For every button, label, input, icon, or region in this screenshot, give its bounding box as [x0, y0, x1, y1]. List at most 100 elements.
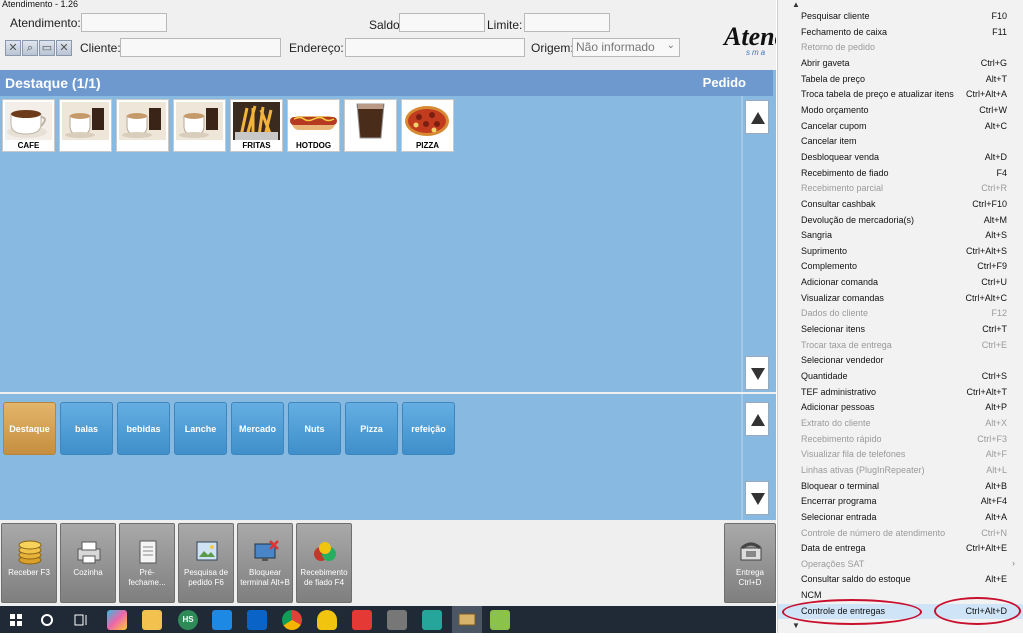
atendimento-label: Atendimento: [10, 16, 81, 30]
bloquear-terminal-button[interactable]: Bloquear terminal Alt+B [237, 523, 293, 603]
search-circle-icon[interactable] [37, 610, 57, 630]
clear-client-icon[interactable]: ✕ [5, 40, 21, 56]
menu-item-troca-tabela-de-preco-e-atualizar-itens[interactable]: Troca tabela de preço e atualizar itens C… [778, 87, 1023, 102]
menu-item-quantidade[interactable]: Quantidade Ctrl+S [778, 369, 1023, 384]
products-scroll-down-button[interactable] [745, 356, 769, 390]
menu-scroll-up-icon[interactable]: ▲ [792, 0, 800, 9]
menu-item-selecionar-entrada[interactable]: Selecionar entrada Alt+A [778, 510, 1023, 525]
chrome-icon[interactable] [282, 610, 302, 630]
products-scroll-up-button[interactable] [745, 100, 769, 134]
menu-item-shortcut: Ctrl+W [979, 104, 1007, 115]
window-title: Atendimento - 1.26 [2, 0, 79, 9]
recebimento-fiado-button[interactable]: Recebimento de fiado F4 [296, 523, 352, 603]
menu-item-cancelar-item[interactable]: Cancelar item [778, 134, 1023, 149]
outlook-icon[interactable] [247, 610, 267, 630]
category-lanche[interactable]: Lanche [174, 402, 227, 455]
search-client-icon[interactable]: ⌕ [22, 40, 38, 56]
endereco-input[interactable] [345, 38, 525, 57]
remove-client-icon[interactable]: ✕ [56, 40, 72, 56]
menu-item-extrato-do-cliente[interactable]: Extrato do cliente Alt+X [778, 416, 1023, 431]
menu-item-operacoes-sat[interactable]: Operações SAT › [778, 557, 1023, 572]
product-item[interactable] [116, 99, 169, 152]
helmet-app-icon[interactable] [317, 610, 337, 630]
menu-item-fechamento-de-caixa[interactable]: Fechamento de caixa F11 [778, 25, 1023, 40]
windows-start-icon[interactable] [6, 610, 26, 630]
product-item[interactable]: CAFE [2, 99, 55, 152]
product-item[interactable]: PIZZA [401, 99, 454, 152]
menu-item-linhas-ativas-pluginrepeater[interactable]: Linhas ativas (PlugInRepeater) Alt+L [778, 463, 1023, 478]
menu-item-devolucao-de-mercadoria-s[interactable]: Devolução de mercadoria(s) Alt+M [778, 213, 1023, 228]
menu-item-complemento[interactable]: Complemento Ctrl+F9 [778, 259, 1023, 274]
menu-item-shortcut: Ctrl+F10 [972, 198, 1007, 209]
pre-fechamento-label: Pré-fechame... [128, 568, 166, 587]
category-nuts[interactable]: Nuts [288, 402, 341, 455]
pesquisa-pedido-button[interactable]: Pesquisa de pedido F6 [178, 523, 234, 603]
menu-item-shortcut: F10 [991, 11, 1007, 21]
menu-item-consultar-cashbak[interactable]: Consultar cashbak Ctrl+F10 [778, 197, 1023, 212]
atena-app-icon[interactable] [452, 606, 482, 633]
menu-scroll-down-icon[interactable]: ▼ [792, 621, 800, 630]
product-item[interactable] [59, 99, 112, 152]
category-pizza[interactable]: Pizza [345, 402, 398, 455]
pre-fechamento-button[interactable]: Pré-fechame... [119, 523, 175, 603]
copilot-icon[interactable] [107, 610, 127, 630]
categories-scroll-down-button[interactable] [745, 481, 769, 515]
cappuccino-icon [62, 102, 109, 140]
entrega-button[interactable]: Entrega Ctrl+D [724, 523, 776, 603]
menu-item-cancelar-cupom[interactable]: Cancelar cupom Alt+C [778, 119, 1023, 134]
limite-input[interactable] [524, 13, 610, 32]
vs-app-icon[interactable] [422, 610, 442, 630]
menu-item-recebimento-rapido[interactable]: Recebimento rápido Ctrl+F3 [778, 432, 1023, 447]
menu-item-sangria[interactable]: Sangria Alt+S [778, 228, 1023, 243]
menu-item-controle-de-numero-de-atendimento[interactable]: Controle de número de atendimento Ctrl+N [778, 526, 1023, 541]
menu-item-suprimento[interactable]: Suprimento Ctrl+Alt+S [778, 244, 1023, 259]
menu-item-bloquear-o-terminal[interactable]: Bloquear o terminal Alt+B [778, 479, 1023, 494]
category-balas[interactable]: balas [60, 402, 113, 455]
menu-item-dados-do-cliente[interactable]: Dados do cliente F12 [778, 306, 1023, 321]
menu-item-data-de-entrega[interactable]: Data de entrega Ctrl+Alt+E [778, 541, 1023, 556]
menu-item-retorno-de-pedido[interactable]: Retorno de pedido [778, 40, 1023, 55]
atendimento-input[interactable] [81, 13, 167, 32]
menu-item-consultar-saldo-do-estoque[interactable]: Consultar saldo do estoque Alt+E [778, 572, 1023, 587]
menu-item-selecionar-vendedor[interactable]: Selecionar vendedor [778, 353, 1023, 368]
product-item[interactable]: HOTDOG [287, 99, 340, 152]
menu-item-desbloquear-venda[interactable]: Desbloquear venda Alt+D [778, 150, 1023, 165]
product-item[interactable]: FRITAS [230, 99, 283, 152]
task-view-icon[interactable] [71, 610, 91, 630]
menu-item-visualizar-fila-de-telefones[interactable]: Visualizar fila de telefones Alt+F [778, 447, 1023, 462]
menu-item-modo-orcamento[interactable]: Modo orçamento Ctrl+W [778, 103, 1023, 118]
blue-app-icon[interactable] [212, 610, 232, 630]
receber-button[interactable]: Receber F3 [1, 523, 57, 603]
menu-item-recebimento-de-fiado[interactable]: Recebimento de fiado F4 [778, 166, 1023, 181]
menu-item-recebimento-parcial[interactable]: Recebimento parcial Ctrl+R [778, 181, 1023, 196]
menu-item-encerrar-programa[interactable]: Encerrar programa Alt+F4 [778, 494, 1023, 509]
menu-item-selecionar-itens[interactable]: Selecionar itens Ctrl+T [778, 322, 1023, 337]
cliente-input[interactable] [120, 38, 281, 57]
saldo-input[interactable] [399, 13, 485, 32]
menu-item-shortcut: Alt+L [986, 464, 1007, 475]
category-destaque[interactable]: Destaque [3, 402, 56, 455]
notepad-app-icon[interactable] [490, 610, 510, 630]
menu-item-tabela-de-preco[interactable]: Tabela de preço Alt+T [778, 72, 1023, 87]
pos-app-icon[interactable] [387, 610, 407, 630]
category-refeicao[interactable]: refeição [402, 402, 455, 455]
menu-item-pesquisar-cliente[interactable]: Pesquisar cliente F10 [778, 9, 1023, 24]
menu-item-adicionar-comanda[interactable]: Adicionar comanda Ctrl+U [778, 275, 1023, 290]
category-mercado[interactable]: Mercado [231, 402, 284, 455]
anydesk-icon[interactable] [352, 610, 372, 630]
product-item[interactable] [173, 99, 226, 152]
products-header: Destaque (1/1) Pedido [0, 70, 773, 96]
hs-app-icon[interactable]: HS [178, 610, 198, 630]
menu-item-visualizar-comandas[interactable]: Visualizar comandas Ctrl+Alt+C [778, 291, 1023, 306]
file-explorer-icon[interactable] [142, 610, 162, 630]
card-icon[interactable]: ▭ [39, 40, 55, 56]
cozinha-button[interactable]: Cozinha [60, 523, 116, 603]
product-item[interactable] [344, 99, 397, 152]
origem-select[interactable]: Não informado ⌄ [572, 38, 680, 57]
menu-item-trocar-taxa-de-entrega[interactable]: Trocar taxa de entrega Ctrl+E [778, 338, 1023, 353]
menu-item-tef-administrativo[interactable]: TEF administrativo Ctrl+Alt+T [778, 385, 1023, 400]
categories-scroll-up-button[interactable] [745, 402, 769, 436]
menu-item-adicionar-pessoas[interactable]: Adicionar pessoas Alt+P [778, 400, 1023, 415]
menu-item-abrir-gaveta[interactable]: Abrir gaveta Ctrl+G [778, 56, 1023, 71]
category-bebidas[interactable]: bebidas [117, 402, 170, 455]
